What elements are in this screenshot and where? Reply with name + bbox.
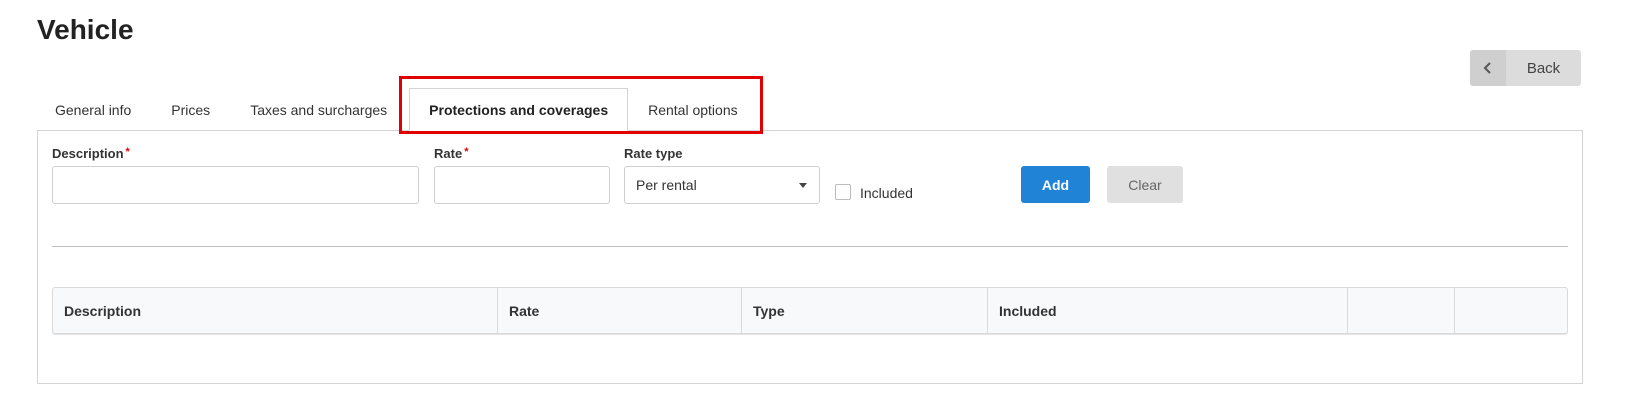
caret-down-icon <box>799 183 807 188</box>
tab-protections-and-coverages[interactable]: Protections and coverages <box>409 88 629 131</box>
clear-button[interactable]: Clear <box>1107 166 1183 203</box>
description-input[interactable] <box>52 166 419 204</box>
tab-taxes-and-surcharges[interactable]: Taxes and surcharges <box>230 88 409 131</box>
divider <box>52 246 1568 247</box>
back-button-label: Back <box>1526 59 1561 77</box>
description-label: Description * <box>52 146 130 161</box>
column-header-rate: Rate <box>498 288 742 333</box>
back-button[interactable]: Back <box>1470 50 1581 86</box>
tab-bar: General info Prices Taxes and surcharges… <box>37 88 758 131</box>
included-label: Included <box>860 185 913 201</box>
coverages-table-header: Description Rate Type Included <box>52 287 1568 334</box>
add-button[interactable]: Add <box>1021 166 1090 203</box>
chevron-left-icon <box>1470 50 1506 86</box>
required-marker: * <box>464 146 469 158</box>
tab-prices[interactable]: Prices <box>149 88 230 131</box>
required-marker: * <box>125 146 130 158</box>
rate-type-select[interactable]: Per rental <box>624 166 820 204</box>
tab-label: Protections and coverages <box>429 101 609 118</box>
column-header-action-2 <box>1455 288 1567 333</box>
rate-type-value: Per rental <box>636 177 697 193</box>
page-title: Vehicle <box>37 14 134 45</box>
tab-content-panel: Description * Rate * Rate type Per rental … <box>37 130 1583 384</box>
column-header-type: Type <box>742 288 988 333</box>
tab-label: Prices <box>171 101 211 118</box>
tab-general-info[interactable]: General info <box>37 88 149 131</box>
column-header-action-1 <box>1348 288 1455 333</box>
rate-input[interactable] <box>434 166 610 204</box>
tab-rental-options[interactable]: Rental options <box>628 88 758 131</box>
tab-label: Rental options <box>648 101 738 118</box>
column-header-description: Description <box>53 288 498 333</box>
rate-label: Rate * <box>434 146 469 161</box>
tab-label: General info <box>55 101 132 118</box>
rate-type-label: Rate type <box>624 146 683 161</box>
tab-label: Taxes and surcharges <box>250 101 388 118</box>
column-header-included: Included <box>988 288 1348 333</box>
included-checkbox[interactable] <box>835 184 851 200</box>
